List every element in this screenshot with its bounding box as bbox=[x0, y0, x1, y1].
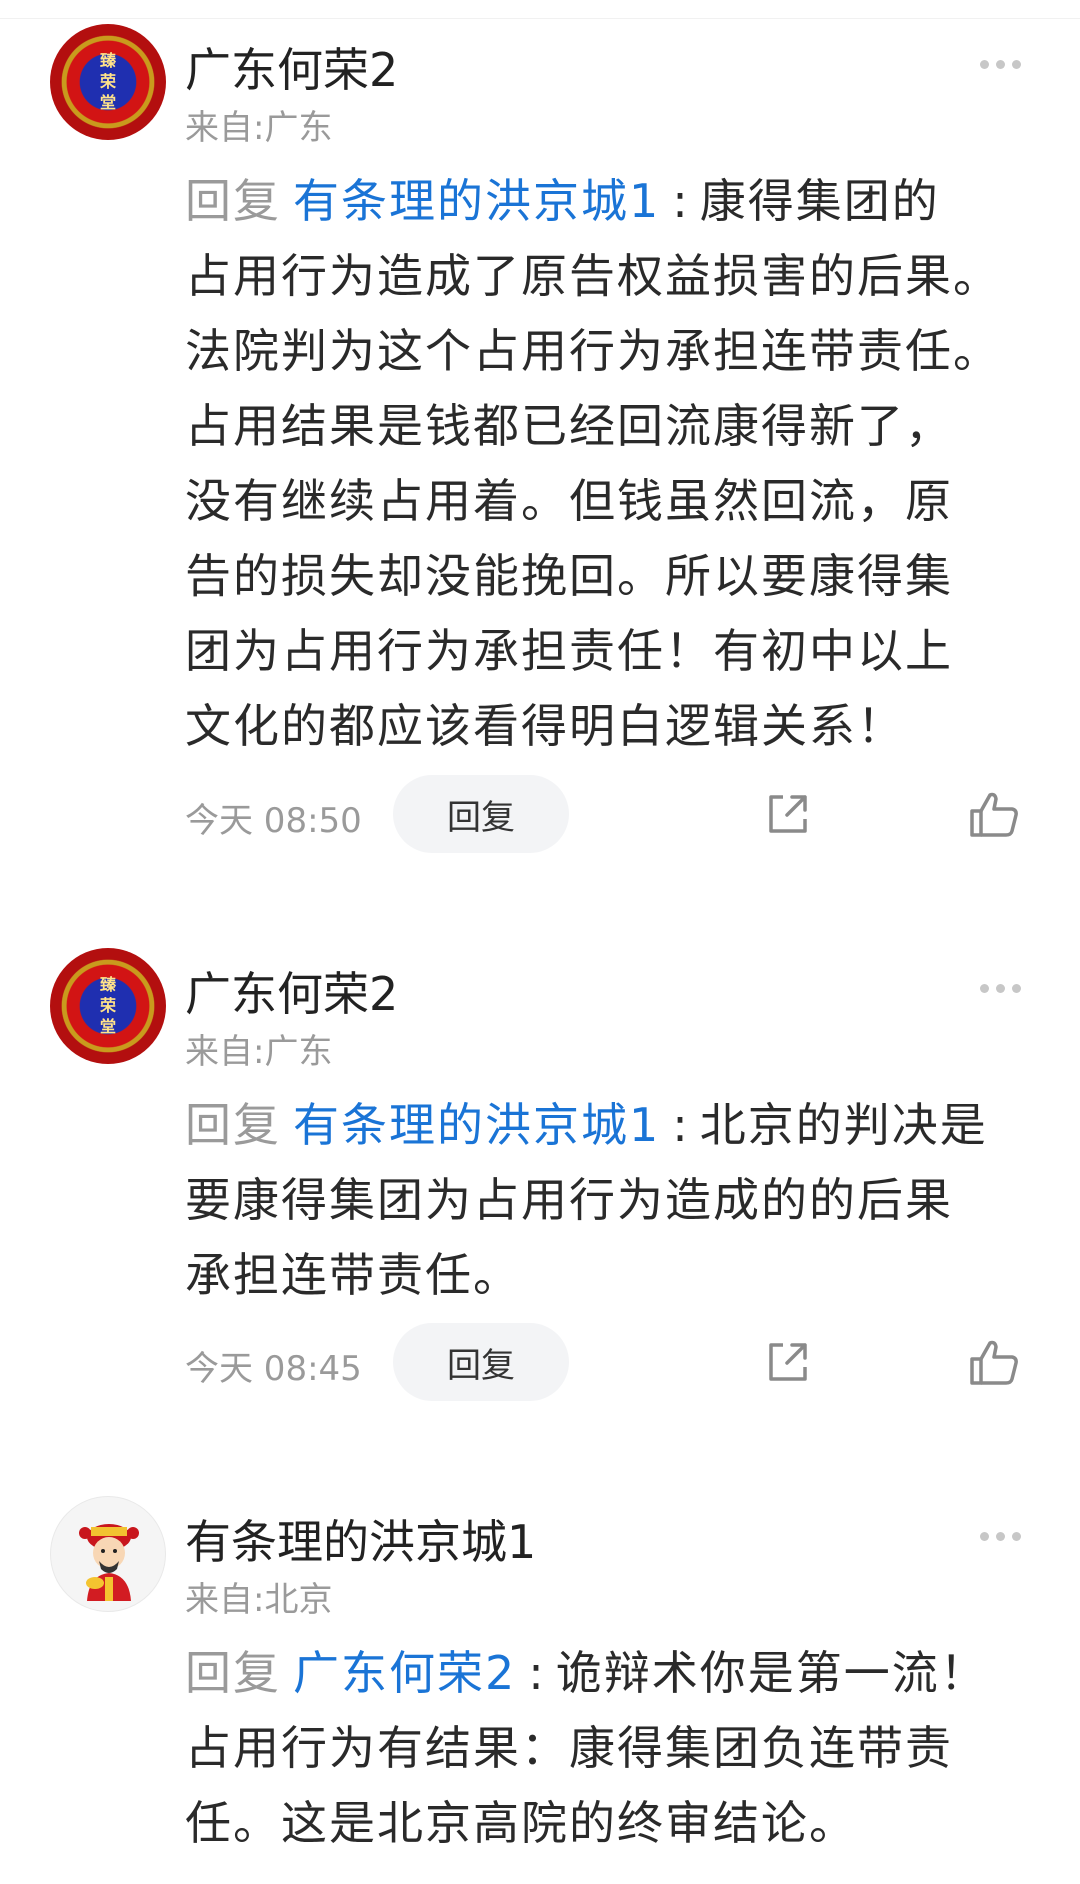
comment-text: 回复 广东何荣2: 诡辩术你是第一流！ 占用行为有结果：康得集团负连带责 任。这是北… bbox=[185, 1636, 1030, 1861]
comment-text-line: 占用行为造成了原告权益损害的后果。 bbox=[185, 249, 1001, 303]
comment-text-line: 告的损失却没能挽回。所以要康得集 bbox=[185, 549, 953, 603]
more-icon[interactable] bbox=[980, 1526, 1028, 1541]
more-icon[interactable] bbox=[980, 978, 1028, 993]
colon: : bbox=[528, 1646, 546, 1700]
timestamp: 今天 08:50 bbox=[185, 801, 362, 841]
comment-text-line: 北京的判决是 bbox=[699, 1098, 988, 1152]
share-icon[interactable] bbox=[763, 789, 813, 839]
comment-text-line: 康得集团的 bbox=[699, 174, 940, 228]
comment-text-line: 诡辩术你是第一流！ bbox=[555, 1646, 988, 1700]
comment-text-line: 占用结果是钱都已经回流康得新了， bbox=[185, 399, 953, 453]
comment-line: 回复 有条理的洪京城1: 康得集团的 bbox=[185, 164, 1030, 239]
location: 来自:北京 bbox=[185, 1580, 333, 1620]
username[interactable]: 广东何荣2 bbox=[185, 958, 398, 1024]
reply-button[interactable]: 回复 bbox=[393, 775, 569, 853]
reply-prefix: 回复 bbox=[185, 1646, 281, 1700]
like-icon[interactable] bbox=[968, 1337, 1020, 1387]
username[interactable]: 有条理的洪京城1 bbox=[185, 1506, 536, 1572]
reply-prefix: 回复 bbox=[185, 1098, 281, 1152]
avatar-seal-text: 臻 荣 堂 bbox=[99, 975, 116, 1036]
reply-prefix: 回复 bbox=[185, 174, 281, 228]
like-icon[interactable] bbox=[968, 789, 1020, 839]
comment-text-line: 要康得集团为占用行为造成的的后果 bbox=[185, 1173, 953, 1227]
comment-text: 回复 有条理的洪京城1: 康得集团的 占用行为造成了原告权益损害的后果。 法院判为这… bbox=[185, 164, 1030, 764]
colon: : bbox=[672, 1098, 690, 1152]
more-icon[interactable] bbox=[980, 54, 1028, 69]
comment-text-line: 承担连带责任。 bbox=[185, 1248, 521, 1302]
top-divider bbox=[0, 0, 1080, 19]
colon: : bbox=[672, 174, 690, 228]
share-icon[interactable] bbox=[763, 1337, 813, 1387]
mention-link[interactable]: 广东何荣2 bbox=[293, 1646, 516, 1700]
comment-line: 回复 广东何荣2: 诡辩术你是第一流！ bbox=[185, 1636, 1030, 1711]
comment-line: 回复 有条理的洪京城1: 北京的判决是 bbox=[185, 1088, 1030, 1163]
avatar[interactable]: 臻 荣 堂 bbox=[50, 948, 166, 1064]
comment-text-line: 法院判为这个占用行为承担连带责任。 bbox=[185, 324, 1001, 378]
avatar[interactable]: 臻 荣 堂 bbox=[50, 24, 166, 140]
comment-text: 回复 有条理的洪京城1: 北京的判决是 要康得集团为占用行为造成的的后果 承担连带责… bbox=[185, 1088, 1030, 1313]
avatar-seal-text: 臻 荣 堂 bbox=[99, 51, 116, 112]
comment-text-line: 文化的都应该看得明白逻辑关系！ bbox=[185, 699, 905, 753]
username[interactable]: 广东何荣2 bbox=[185, 34, 398, 100]
comment-text-line: 没有继续占用着。但钱虽然回流，原 bbox=[185, 474, 953, 528]
reply-button[interactable]: 回复 bbox=[393, 1323, 569, 1401]
comment-meta: 今天 08:45 回复 bbox=[185, 1323, 1080, 1403]
avatar[interactable] bbox=[50, 1496, 166, 1612]
location: 来自:广东 bbox=[185, 1032, 333, 1072]
comment-text-line: 占用行为有结果：康得集团负连带责 bbox=[185, 1721, 953, 1775]
location: 来自:广东 bbox=[185, 108, 333, 148]
mention-link[interactable]: 有条理的洪京城1 bbox=[293, 1098, 660, 1152]
fortune-god-icon bbox=[79, 1524, 139, 1601]
timestamp: 今天 08:45 bbox=[185, 1349, 362, 1389]
comment-meta: 今天 08:50 回复 bbox=[185, 775, 1080, 855]
mention-link[interactable]: 有条理的洪京城1 bbox=[293, 174, 660, 228]
comment-text-line: 任。这是北京高院的终审结论。 bbox=[185, 1796, 857, 1850]
comment-text-line: 团为占用行为承担责任！有初中以上 bbox=[185, 624, 953, 678]
